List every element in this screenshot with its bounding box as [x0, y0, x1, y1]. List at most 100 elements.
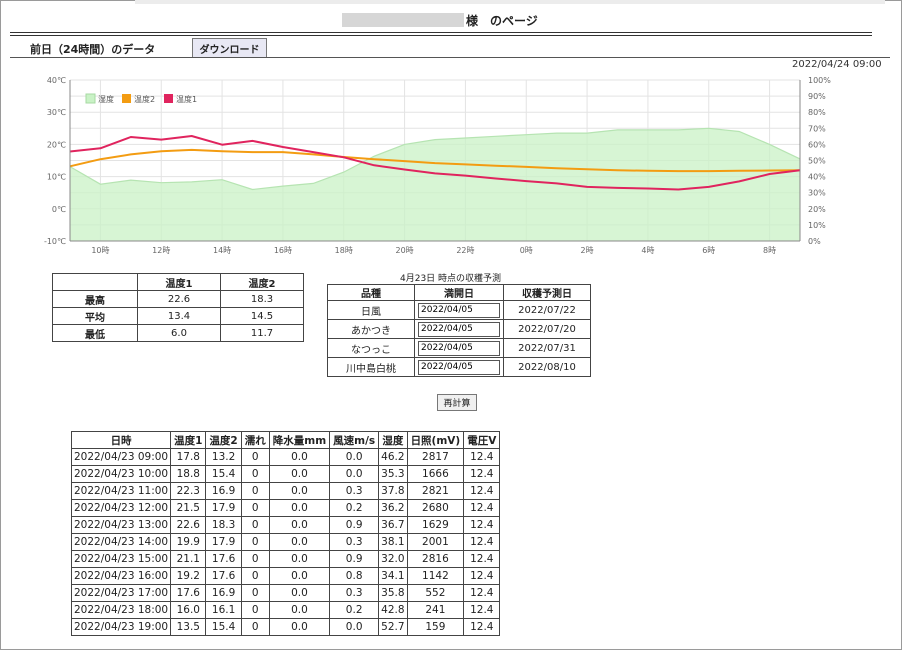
- x-tick-label: 2時: [581, 246, 594, 255]
- history-cell: 35.8: [378, 584, 408, 602]
- history-row: 2022/04/23 12:00 21.5 17.9 0 0.0 0.2 36.2 2680 1…: [70, 499, 501, 517]
- history-cell: 12.4: [463, 618, 501, 636]
- redacted-name: [342, 13, 464, 27]
- chart-legend: 湿度 温度2 温度1: [85, 93, 197, 104]
- history-cell: 0: [240, 448, 270, 466]
- stats-cell: 6.0: [137, 324, 221, 342]
- page-title: 様 のページ: [466, 14, 538, 28]
- history-cell: 16.1: [205, 601, 242, 619]
- history-cell: 0.2: [329, 601, 380, 619]
- history-cell: 12.4: [463, 567, 501, 585]
- variety-name: なつっこ: [327, 338, 415, 358]
- history-cell: 12.4: [463, 584, 501, 602]
- history-cell: 0.0: [268, 516, 331, 534]
- stats-header-cell: [52, 273, 138, 291]
- history-cell: 2022/04/23 10:00: [70, 465, 172, 483]
- history-cell: 12.4: [463, 601, 501, 619]
- history-cell: 0.0: [268, 465, 331, 483]
- history-cell: 2022/04/23 16:00: [70, 567, 172, 585]
- bloom-date-input[interactable]: [418, 359, 500, 375]
- history-header-cell: 温度1: [170, 431, 207, 449]
- history-cell: 2022/04/23 13:00: [70, 516, 172, 534]
- history-cell: 42.8: [378, 601, 408, 619]
- y-right-tick-label: 20%: [808, 205, 826, 214]
- history-cell: 2022/04/23 19:00: [70, 618, 172, 636]
- history-cell: 21.1: [170, 550, 207, 568]
- history-header-cell: 日時: [70, 431, 172, 449]
- history-cell: 0.3: [329, 482, 380, 500]
- history-cell: 0.9: [329, 516, 380, 534]
- history-cell: 36.2: [378, 499, 408, 517]
- history-cell: 18.8: [170, 465, 207, 483]
- temperature-stats-table: 温度1 温度2 最高 22.6 18.3 平均 13.4 14.5 最低 6.0…: [52, 273, 304, 342]
- history-cell: 52.7: [378, 618, 408, 636]
- bloom-date-cell: [414, 357, 504, 377]
- y-left-tick-label: 20℃: [47, 140, 66, 149]
- history-cell: 17.6: [170, 584, 207, 602]
- history-cell: 0.0: [329, 465, 380, 483]
- history-header-cell: 温度2: [205, 431, 242, 449]
- history-cell: 0: [240, 618, 270, 636]
- x-tick-label: 14時: [213, 246, 231, 255]
- bloom-date-cell: [414, 319, 504, 339]
- title-rule: [10, 32, 872, 33]
- bloom-date-input[interactable]: [418, 302, 500, 318]
- history-cell: 19.9: [170, 533, 207, 551]
- download-button[interactable]: ダウンロード: [192, 38, 267, 58]
- bloom-date-cell: [414, 338, 504, 358]
- current-datetime: 2022/04/24 09:00: [792, 59, 882, 70]
- history-cell: 18.3: [205, 516, 242, 534]
- y-right-tick-label: 10%: [808, 221, 826, 230]
- harvest-forecast-table: 品種 満開日 収穫予測日 日風 2022/07/22 あかつき 2022/07/…: [327, 284, 591, 377]
- x-tick-label: 12時: [152, 246, 170, 255]
- history-cell: 37.8: [378, 482, 408, 500]
- history-cell: 12.4: [463, 533, 501, 551]
- x-tick-label: 20時: [395, 246, 413, 255]
- y-right-tick-label: 30%: [808, 189, 826, 198]
- harvest-date: 2022/07/22: [503, 300, 591, 320]
- stats-cell: 18.3: [220, 290, 304, 308]
- stats-row-label: 平均: [52, 307, 138, 325]
- history-cell: 13.5: [170, 618, 207, 636]
- history-header-cell: 日照(mV): [406, 431, 465, 449]
- history-cell: 2816: [406, 550, 465, 568]
- history-cell: 0.9: [329, 550, 380, 568]
- stats-cell: 22.6: [137, 290, 221, 308]
- history-cell: 2022/04/23 15:00: [70, 550, 172, 568]
- stats-header-cell: 温度1: [137, 273, 221, 291]
- harvest-date: 2022/07/31: [503, 338, 591, 358]
- history-cell: 12.4: [463, 499, 501, 517]
- history-cell: 0: [240, 499, 270, 517]
- stats-header-row: 温度1 温度2: [52, 273, 304, 291]
- history-cell: 0: [240, 567, 270, 585]
- history-cell: 2817: [406, 448, 465, 466]
- recalculate-button[interactable]: 再計算: [437, 394, 477, 411]
- history-cell: 12.4: [463, 516, 501, 534]
- history-cell: 2022/04/23 14:00: [70, 533, 172, 551]
- history-cell: 0.0: [268, 584, 331, 602]
- history-row: 2022/04/23 18:00 16.0 16.1 0 0.0 0.2 42.8 241 12…: [70, 601, 501, 619]
- history-header-cell: 濡れ: [240, 431, 270, 449]
- history-cell: 12.4: [463, 482, 501, 500]
- history-cell: 36.7: [378, 516, 408, 534]
- y-right-tick-label: 90%: [808, 92, 826, 101]
- history-cell: 241: [406, 601, 465, 619]
- x-tick-label: 16時: [274, 246, 292, 255]
- y-left-tick-label: 10℃: [47, 173, 66, 182]
- bloom-date-input[interactable]: [418, 321, 500, 337]
- history-cell: 2022/04/23 11:00: [70, 482, 172, 500]
- history-cell: 1666: [406, 465, 465, 483]
- x-tick-label: 18時: [335, 246, 353, 255]
- y-left-tick-label: -10℃: [44, 237, 66, 246]
- history-cell: 0.3: [329, 533, 380, 551]
- history-cell: 17.9: [205, 499, 242, 517]
- history-cell: 2022/04/23 09:00: [70, 448, 172, 466]
- history-cell: 46.2: [378, 448, 408, 466]
- history-cell: 0: [240, 601, 270, 619]
- history-cell: 17.6: [205, 567, 242, 585]
- harvest-caption: 4月23日 時点の収穫予測: [400, 274, 502, 284]
- history-row: 2022/04/23 09:00 17.8 13.2 0 0.0 0.0 46.2 2817 1…: [70, 448, 501, 466]
- history-row: 2022/04/23 19:00 13.5 15.4 0 0.0 0.0 52.7 159 12…: [70, 618, 501, 636]
- bloom-date-input[interactable]: [418, 340, 500, 356]
- x-tick-label: 0時: [520, 246, 533, 255]
